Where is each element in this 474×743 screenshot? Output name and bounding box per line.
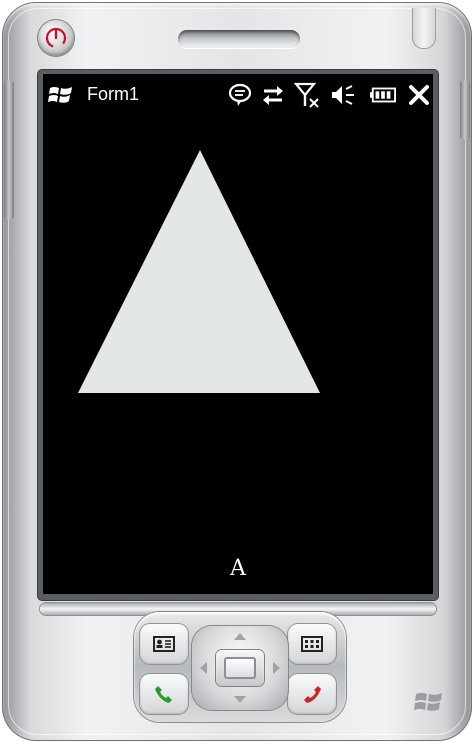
dpad-left-arrow[interactable] (200, 662, 207, 674)
earpiece-speaker (178, 30, 300, 48)
form-canvas (78, 150, 320, 393)
phone-end-icon (304, 686, 321, 703)
grid-menu-icon (301, 636, 323, 652)
windows-logo-icon (414, 693, 442, 711)
contact-card-icon (153, 636, 175, 652)
dpad-up-arrow[interactable] (234, 633, 246, 640)
phone-call-icon (155, 686, 172, 703)
left-side-key[interactable] (4, 80, 14, 220)
right-side-key[interactable] (460, 80, 470, 140)
form-label: A (230, 556, 246, 581)
triangle-shape (78, 150, 320, 393)
right-softkey-button[interactable] (288, 624, 336, 664)
end-call-button[interactable] (288, 674, 336, 714)
dpad-right-arrow[interactable] (273, 662, 280, 674)
dpad-center-inset (224, 657, 256, 679)
dpad-down-arrow[interactable] (234, 696, 246, 703)
stylus-slot (412, 8, 436, 49)
call-button[interactable] (140, 674, 188, 714)
left-softkey-button[interactable] (140, 624, 188, 664)
device-screen: Form1 A (43, 74, 433, 594)
power-icon (45, 27, 67, 49)
power-button[interactable] (38, 20, 74, 56)
